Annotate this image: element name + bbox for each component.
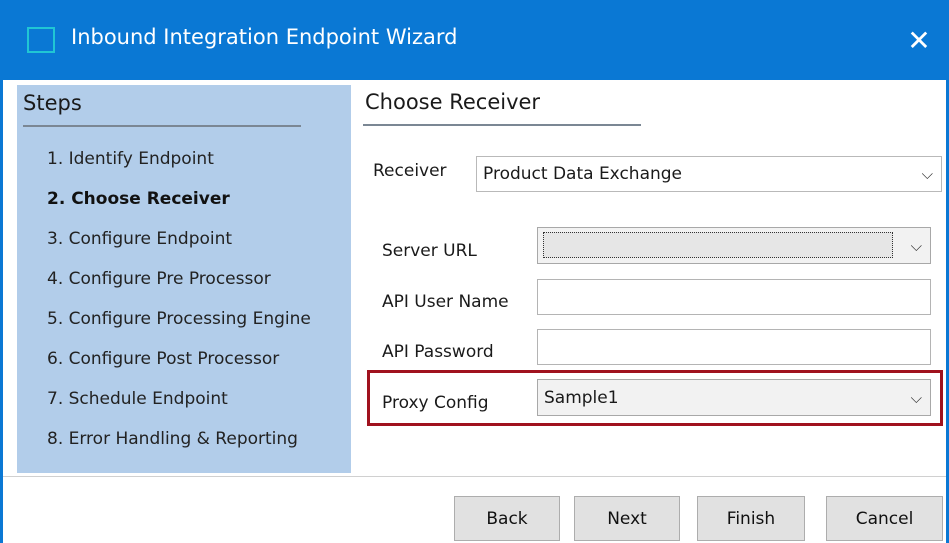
api-user-name-input[interactable]	[537, 279, 931, 315]
chevron-down-icon: ⌵	[910, 388, 922, 407]
proxy-config-dropdown[interactable]: Sample1 ⌵	[537, 379, 931, 416]
steps-divider	[23, 125, 301, 127]
window-app-icon	[27, 27, 55, 53]
back-button[interactable]: Back	[454, 496, 560, 541]
next-button[interactable]: Next	[574, 496, 680, 541]
server-url-focus-indicator	[543, 232, 893, 258]
step-item-error-handling-reporting: 8. Error Handling & Reporting	[47, 429, 298, 449]
api-password-input[interactable]	[537, 329, 931, 365]
window-border-left	[0, 80, 3, 543]
steps-panel: Steps 1. Identify Endpoint 2. Choose Rec…	[17, 85, 351, 473]
window-title: Inbound Integration Endpoint Wizard	[71, 25, 458, 49]
step-item-configure-post-processor: 6. Configure Post Processor	[47, 349, 280, 369]
chevron-down-icon: ⌵	[921, 165, 933, 183]
close-button[interactable]: ✕	[889, 0, 949, 80]
step-item-identify-endpoint: 1. Identify Endpoint	[47, 149, 214, 169]
finish-button[interactable]: Finish	[697, 496, 805, 541]
api-password-label: API Password	[382, 342, 494, 362]
server-url-label: Server URL	[382, 241, 477, 261]
proxy-config-value: Sample1	[544, 387, 619, 408]
step-item-choose-receiver: 2. Choose Receiver	[47, 189, 230, 209]
step-list: 1. Identify Endpoint 2. Choose Receiver …	[47, 147, 311, 467]
close-icon: ✕	[907, 23, 931, 57]
receiver-dropdown[interactable]: Product Data Exchange ⌵	[476, 156, 942, 192]
api-user-name-label: API User Name	[382, 292, 509, 312]
steps-header: Steps	[23, 91, 82, 115]
step-item-configure-pre-processor: 4. Configure Pre Processor	[47, 269, 271, 289]
step-item-schedule-endpoint: 7. Schedule Endpoint	[47, 389, 228, 409]
page-title: Choose Receiver	[365, 90, 541, 114]
receiver-label: Receiver	[373, 161, 447, 181]
page-title-divider	[363, 124, 641, 126]
title-bar: Inbound Integration Endpoint Wizard ✕	[0, 0, 949, 80]
proxy-config-label: Proxy Config	[382, 393, 489, 413]
cancel-button[interactable]: Cancel	[826, 496, 943, 541]
chevron-down-icon: ⌵	[910, 236, 922, 255]
footer-divider	[3, 476, 946, 477]
step-item-configure-endpoint: 3. Configure Endpoint	[47, 229, 233, 249]
receiver-value: Product Data Exchange	[483, 164, 683, 184]
step-item-configure-processing-engine: 5. Configure Processing Engine	[47, 309, 311, 329]
